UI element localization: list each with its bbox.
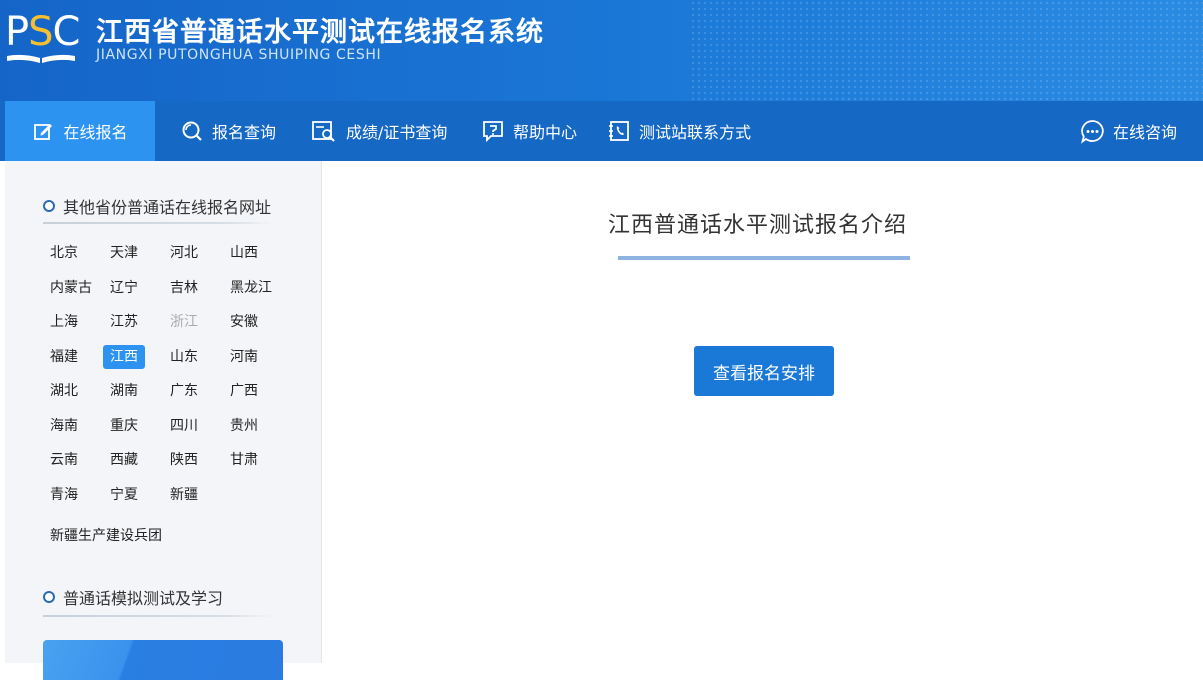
nav-registration-query[interactable]: 报名查询: [181, 101, 276, 161]
site-header: PSC 江西省普通话水平测试在线报名系统 JIANGXI PUTONGHUA S…: [0, 0, 1203, 101]
chat-icon: [1080, 119, 1105, 144]
nav-test-station-contacts[interactable]: 测试站联系方式: [608, 101, 751, 161]
nav-online-registration[interactable]: 在线报名: [5, 101, 155, 161]
province-link[interactable]: 福建: [50, 345, 78, 369]
province-link[interactable]: 江西: [103, 344, 145, 369]
nav-label: 成绩/证书查询: [346, 123, 448, 142]
world-map-decoration: [690, 0, 1203, 101]
province-link[interactable]: 河南: [230, 345, 258, 369]
search-icon: [181, 120, 203, 142]
nav-online-consult[interactable]: 在线咨询: [1080, 101, 1177, 161]
mock-test-banner[interactable]: [43, 640, 283, 680]
site-subtitle: JIANGXI PUTONGHUA SHUIPING CESHI: [96, 47, 382, 63]
province-link-xinjiang-corps[interactable]: 新疆生产建设兵团: [50, 524, 162, 548]
province-link[interactable]: 云南: [50, 448, 78, 472]
province-link[interactable]: 北京: [50, 241, 78, 265]
province-link[interactable]: 宁夏: [110, 483, 138, 507]
province-link[interactable]: 湖北: [50, 379, 78, 403]
sidebar: 其他省份普通话在线报名网址 北京 天津 河北 山西内蒙古 辽宁 吉林 黑龙江上海 江苏 浙江 安徽…: [5, 161, 322, 680]
nav-label: 在线咨询: [1113, 123, 1178, 142]
nav-label: 测试站联系方式: [639, 123, 752, 142]
province-link[interactable]: 广西: [230, 379, 258, 403]
province-link[interactable]: 海南: [50, 414, 78, 438]
province-link[interactable]: 黑龙江: [230, 276, 272, 300]
province-link[interactable]: 山西: [230, 241, 258, 265]
province-link[interactable]: 辽宁: [110, 276, 138, 300]
province-link[interactable]: 吉林: [170, 276, 198, 300]
phone-book-icon: [608, 120, 630, 142]
province-link[interactable]: 天津: [110, 241, 138, 265]
title-underline: [618, 256, 910, 260]
nav-label: 在线报名: [63, 123, 128, 142]
study-section-title: 普通话模拟测试及学习: [43, 585, 223, 609]
book-icon: [7, 54, 75, 63]
logo-text: PSC: [5, 9, 80, 55]
certificate-search-icon: [311, 120, 337, 142]
province-link[interactable]: 河北: [170, 241, 198, 265]
province-link[interactable]: 安徽: [230, 310, 258, 334]
province-link[interactable]: 广东: [170, 379, 198, 403]
province-link[interactable]: 西藏: [110, 448, 138, 472]
nav-help-center[interactable]: 帮助中心: [482, 101, 577, 161]
province-link[interactable]: 山东: [170, 345, 198, 369]
edit-icon: [32, 120, 54, 142]
site-title: 江西省普通话水平测试在线报名系统: [96, 17, 544, 48]
province-link[interactable]: 新疆: [170, 483, 198, 507]
section-divider: [43, 222, 273, 224]
province-link[interactable]: 贵州: [230, 414, 258, 438]
section-divider: [43, 615, 273, 617]
province-link[interactable]: 甘肃: [230, 448, 258, 472]
circle-bullet-icon: [43, 200, 55, 212]
province-link[interactable]: 重庆: [110, 414, 138, 438]
province-link[interactable]: 上海: [50, 310, 78, 334]
nav-label: 帮助中心: [513, 123, 578, 142]
province-link[interactable]: 内蒙古: [50, 276, 92, 300]
main-nav: 在线报名 报名查询 成绩/证书查询 帮助中心 测试站联系方式 在线咨询: [0, 101, 1203, 161]
provinces-section-title: 其他省份普通话在线报名网址: [43, 194, 271, 218]
nav-score-certificate-query[interactable]: 成绩/证书查询: [311, 101, 447, 161]
psc-logo[interactable]: PSC: [5, 9, 80, 64]
province-link[interactable]: 浙江: [170, 310, 198, 334]
circle-bullet-icon: [43, 591, 55, 603]
province-link[interactable]: 四川: [170, 414, 198, 438]
province-link[interactable]: 青海: [50, 483, 78, 507]
help-icon: [482, 120, 504, 142]
province-link[interactable]: 湖南: [110, 379, 138, 403]
view-registration-schedule-button[interactable]: 查看报名安排: [694, 346, 834, 396]
nav-label: 报名查询: [212, 123, 277, 142]
province-link[interactable]: 陕西: [170, 448, 198, 472]
page-title: 江西普通话水平测试报名介绍: [608, 213, 908, 238]
province-link[interactable]: 江苏: [110, 310, 138, 334]
